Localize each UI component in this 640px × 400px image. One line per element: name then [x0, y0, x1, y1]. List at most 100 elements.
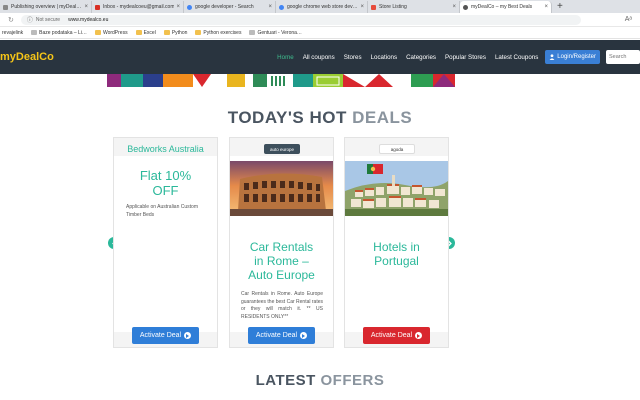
browser-tab-strip: Publishing overview | myDealCo × Inbox -…	[0, 0, 640, 13]
main-nav: Home All coupons Stores Locations Catego…	[268, 50, 640, 64]
button-label: Activate Deal	[370, 332, 413, 339]
deal-card: Bedworks Australia Flat 10% OFF Applicab…	[113, 137, 218, 348]
offer-line: Flat 10%	[139, 168, 192, 183]
close-icon[interactable]: ×	[360, 4, 364, 10]
hot-deals-heading: TODAY'S HOT DEALS	[0, 108, 640, 128]
user-icon	[549, 54, 555, 60]
activate-deal-button[interactable]: Activate Deal	[132, 327, 199, 344]
offer-title[interactable]: Hotels in Portugal	[345, 240, 448, 268]
store-logo[interactable]: agoda	[379, 144, 415, 154]
bookmark-label: revajelink	[2, 29, 24, 36]
nav-latest-coupons[interactable]: Latest Coupons	[495, 54, 538, 61]
nav-stores[interactable]: Stores	[344, 54, 362, 61]
browser-tab[interactable]: google developer - Search ×	[184, 1, 276, 13]
site-header: myDealCo Home All coupons Stores Locatio…	[0, 40, 640, 74]
folder-icon	[163, 30, 170, 35]
offer-title[interactable]: Flat 10% OFF	[114, 168, 217, 198]
store-logo[interactable]: auto europe	[264, 144, 300, 154]
search-input[interactable]	[606, 50, 640, 64]
close-icon[interactable]: ×	[268, 4, 272, 10]
tab-label: google developer - Search	[195, 4, 254, 10]
card-body: Car Rentals in Rome – Auto Europe Car Re…	[230, 156, 333, 332]
bookmark-label: Python exercises	[203, 29, 242, 36]
security-status: Not secure	[35, 16, 61, 23]
store-icon	[371, 4, 376, 10]
nav-popular-stores[interactable]: Popular Stores	[445, 54, 486, 61]
folder-icon	[94, 30, 101, 35]
bookmark-folder[interactable]: WordPress	[94, 29, 128, 36]
arrow-circle-icon	[184, 332, 192, 339]
browser-tab[interactable]: Publishing overview | myDealCo ×	[0, 1, 92, 13]
browser-tab-active[interactable]: myDealCo – my Best Deals ×	[460, 1, 552, 13]
tab-label: Inbox - mydealcoeu@gmail.com	[103, 4, 175, 10]
button-label: Activate Deal	[139, 332, 182, 339]
latest-offers-heading: LATEST OFFERS	[0, 372, 640, 389]
activate-deal-button[interactable]: Activate Deal	[363, 327, 430, 344]
arrow-circle-icon	[300, 332, 308, 339]
portugal-town-image[interactable]	[345, 161, 448, 216]
offer-line: Portugal	[374, 254, 419, 268]
card-body: Hotels in Portugal	[345, 156, 448, 332]
portugal-flag	[367, 164, 383, 174]
folder-icon	[195, 30, 202, 35]
browser-tab[interactable]: google chrome web store develo… ×	[276, 1, 368, 13]
page-icon	[249, 30, 256, 35]
search-icon	[187, 4, 192, 10]
search-icon	[279, 4, 284, 10]
bookmark-item[interactable]: Gentuari - Verona…	[249, 30, 302, 36]
nav-categories[interactable]: Categories	[406, 54, 436, 61]
close-icon[interactable]: ×	[452, 4, 456, 10]
site-logo[interactable]: myDealCo	[0, 51, 54, 63]
nav-locations[interactable]: Locations	[371, 54, 398, 61]
bookmark-item[interactable]: revajelink	[2, 30, 23, 36]
login-register-button[interactable]: Login/Register	[545, 50, 600, 64]
close-icon[interactable]: ×	[544, 4, 548, 10]
card-body: Flat 10% OFF Applicable on Australian Cu…	[114, 156, 217, 332]
offer-description: Car Rentals in Rome. Auto Europe guarant…	[241, 291, 323, 320]
button-label: Activate Deal	[255, 332, 298, 339]
offer-title[interactable]: Car Rentals in Rome – Auto Europe	[230, 240, 333, 282]
gmail-icon	[95, 4, 100, 10]
page-icon	[31, 30, 38, 35]
address-bar-row: ↻ ⓘ Not secure www.mydealco.eu Aᵃ	[0, 13, 640, 27]
offer-line: OFF	[152, 183, 179, 198]
colosseum-image[interactable]	[230, 161, 333, 216]
activate-deal-button[interactable]: Activate Deal	[248, 327, 315, 344]
heading-dark-part: TODAY'S HOT	[227, 108, 347, 127]
heading-light-part: DEALS	[352, 108, 413, 127]
bookmark-folder[interactable]: Python	[163, 29, 188, 36]
tab-label: Store Listing	[379, 4, 407, 10]
offer-line: Auto Europe	[248, 268, 315, 282]
bookmarks-bar: revajelink Baze podataka – Li… WordPress…	[0, 27, 640, 39]
translate-icon[interactable]: Aᵃ	[625, 16, 640, 23]
offer-line: in Rome –	[254, 254, 309, 268]
bookmark-label: Python	[171, 29, 188, 36]
url-text[interactable]: www.mydealco.eu	[68, 17, 108, 23]
browser-tab[interactable]: Inbox - mydealcoeu@gmail.com ×	[92, 1, 184, 13]
login-label: Login/Register	[557, 54, 596, 60]
hero-banner-strip	[107, 74, 455, 87]
close-icon[interactable]: ×	[84, 4, 88, 10]
reload-icon[interactable]: ↻	[8, 16, 14, 24]
globe-icon	[463, 4, 468, 10]
heading-dark-part: LATEST	[255, 372, 316, 389]
deal-card: agoda Hotels in Portugal Activate Deal	[344, 137, 449, 348]
arrow-circle-icon	[415, 332, 423, 339]
tab-label: myDealCo – my Best Deals	[471, 4, 533, 10]
bookmark-folder[interactable]: Python exercises	[195, 30, 241, 36]
nav-all-coupons[interactable]: All coupons	[303, 54, 335, 61]
browser-tab[interactable]: Store Listing ×	[368, 1, 460, 13]
omnibox[interactable]: ⓘ Not secure www.mydealco.eu	[20, 14, 581, 25]
agoda-logo-text: agoda	[390, 146, 404, 152]
new-tab-button[interactable]: +	[557, 1, 563, 13]
bookmark-label: Baze podataka – Li…	[39, 29, 87, 36]
bookmark-folder[interactable]: Excel	[135, 30, 156, 36]
close-icon[interactable]: ×	[176, 4, 180, 10]
bookmark-label: WordPress	[102, 29, 128, 36]
offer-description: Applicable on Australian Custom Timber B…	[126, 204, 198, 218]
store-name[interactable]: Bedworks Australia	[114, 144, 217, 154]
offer-line: Car Rentals	[249, 240, 314, 254]
bookmark-item[interactable]: Baze podataka – Li…	[31, 30, 87, 36]
nav-home[interactable]: Home	[277, 54, 294, 61]
warning-icon[interactable]: ⓘ	[27, 15, 33, 24]
